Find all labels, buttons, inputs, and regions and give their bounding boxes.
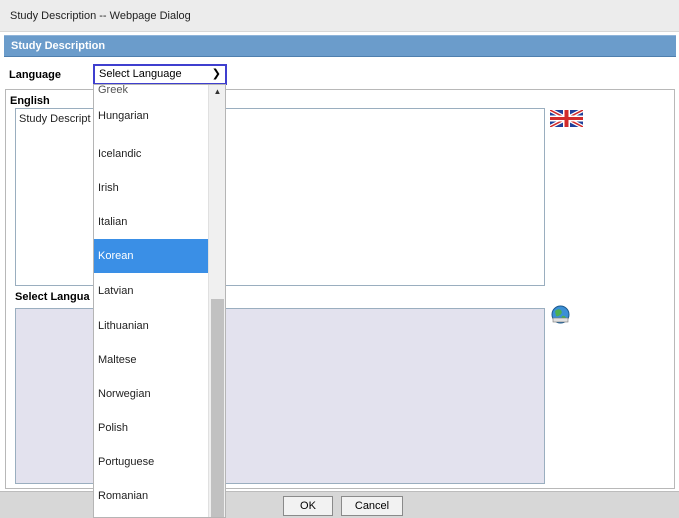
- language-option-greek[interactable]: Greek: [94, 85, 208, 95]
- english-description-text: Study Descript: [19, 113, 91, 125]
- scrollbar-thumb[interactable]: [211, 299, 224, 517]
- scroll-up-arrow-icon[interactable]: ▲: [209, 87, 225, 99]
- chevron-down-icon: ❯: [211, 68, 221, 80]
- window-title-bar: Study Description -- Webpage Dialog: [0, 0, 679, 32]
- language-option[interactable]: Icelandic: [94, 137, 208, 171]
- language-option[interactable]: Polish: [94, 411, 208, 445]
- language-option[interactable]: Romanian: [94, 479, 208, 513]
- language-select-value: Select Language: [99, 68, 182, 80]
- window-title: Study Description -- Webpage Dialog: [10, 10, 191, 22]
- section-title: Study Description: [11, 40, 106, 52]
- language-option[interactable]: Norwegian: [94, 377, 208, 411]
- uk-flag-icon: [550, 110, 583, 127]
- language-dropdown-list[interactable]: Greek Hungarian Icelandic Irish Italian …: [93, 84, 226, 518]
- language-option[interactable]: Italian: [94, 205, 208, 239]
- language-label: Language: [9, 69, 61, 81]
- language-select[interactable]: Select Language ❯: [93, 64, 227, 85]
- language-option-selected[interactable]: Korean: [94, 239, 208, 273]
- language-option[interactable]: Portuguese: [94, 445, 208, 479]
- language-option[interactable]: Maltese: [94, 343, 208, 377]
- ok-button[interactable]: OK: [283, 496, 333, 516]
- language-option[interactable]: Hungarian: [94, 99, 208, 133]
- globe-icon: [551, 305, 570, 324]
- language-option[interactable]: Irish: [94, 171, 208, 205]
- dropdown-scrollbar[interactable]: ▲: [208, 85, 225, 517]
- select-language-label: Select Langua: [15, 291, 90, 303]
- section-header: Study Description: [4, 35, 676, 57]
- cancel-button[interactable]: Cancel: [341, 496, 403, 516]
- language-option[interactable]: Lithuanian: [94, 309, 208, 343]
- english-label: English: [10, 95, 50, 107]
- language-option[interactable]: Latvian: [94, 274, 208, 308]
